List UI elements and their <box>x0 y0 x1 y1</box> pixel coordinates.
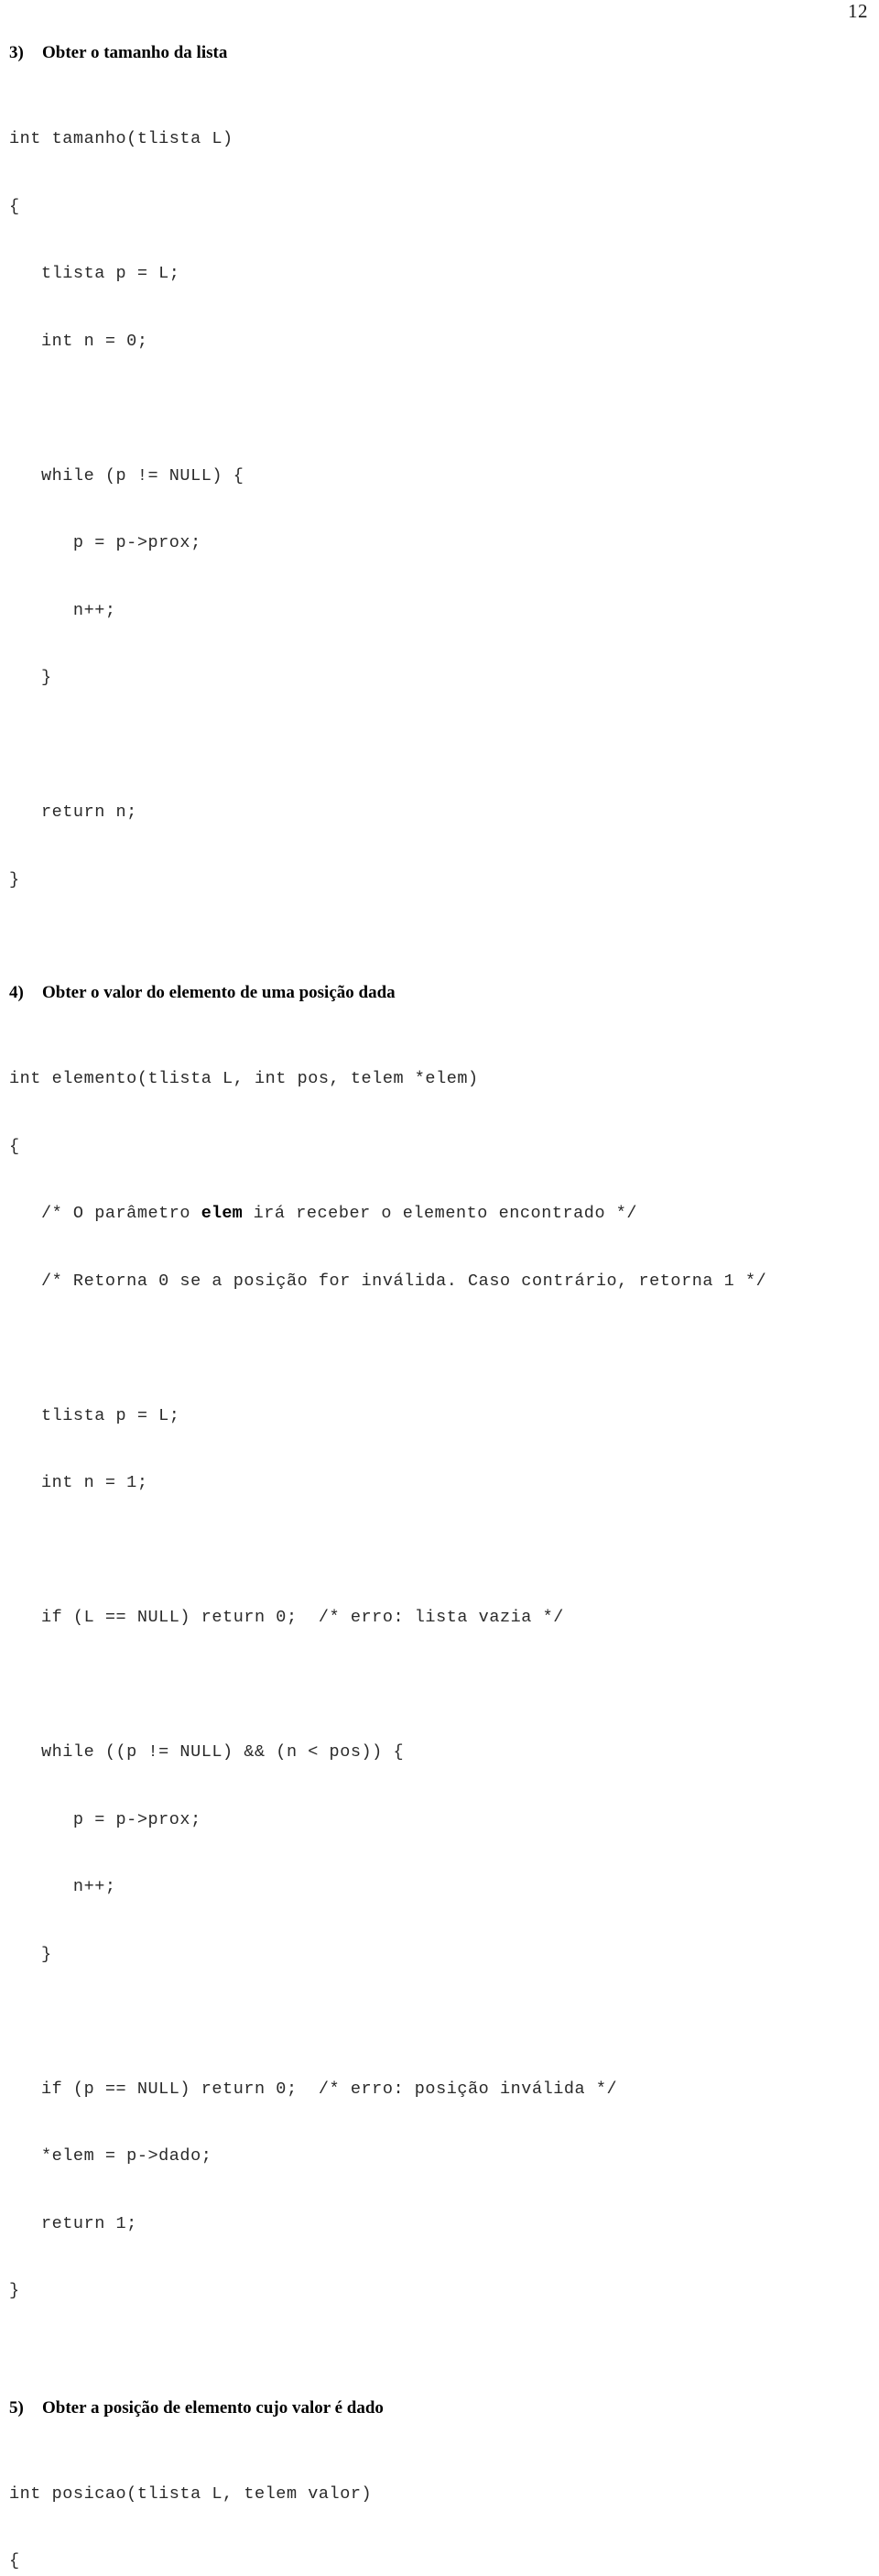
spacer <box>9 1004 861 1023</box>
code-line: n++; <box>9 600 861 623</box>
code-line: return 1; <box>9 2213 861 2236</box>
comment-pre: /* O parâmetro <box>9 1204 201 1223</box>
section-number-4: 4) <box>9 982 42 1004</box>
code-line: { <box>9 196 861 219</box>
code-line-comment-elem: /* O parâmetro elem irá receber o elemen… <box>9 1203 861 1226</box>
code-line-blank <box>9 1675 861 1697</box>
code-line: tlista p = L; <box>9 263 861 286</box>
code-line: int n = 0; <box>9 331 861 354</box>
section-title-4: Obter o valor do elemento de uma posição… <box>42 982 861 1004</box>
code-line: /* Retorna 0 se a posição for inválida. … <box>9 1271 861 1293</box>
section-heading-4: 4) Obter o valor do elemento de uma posi… <box>9 982 861 1004</box>
section-number-5: 5) <box>9 2397 42 2419</box>
code-line: return n; <box>9 802 861 824</box>
comment-post: irá receber o elemento encontrado */ <box>243 1204 637 1223</box>
section-number-3: 3) <box>9 42 42 64</box>
section-title-3: Obter o tamanho da lista <box>42 42 861 64</box>
document-page: 12 3) Obter o tamanho da lista int taman… <box>0 0 879 1288</box>
code-line: int posicao(tlista L, telem valor) <box>9 2483 861 2506</box>
code-line: int tamanho(tlista L) <box>9 128 861 151</box>
spacer <box>9 64 861 83</box>
code-block-posicao: int posicao(tlista L, telem valor) { /* … <box>9 2439 861 2576</box>
code-line: { <box>9 1136 861 1159</box>
code-line: } <box>9 2280 861 2303</box>
section-heading-3: 3) Obter o tamanho da lista <box>9 42 861 64</box>
code-line: p = p->prox; <box>9 1809 861 1832</box>
spacer <box>9 936 861 982</box>
code-line: { <box>9 2550 861 2573</box>
code-line-blank <box>9 735 861 758</box>
section-title-5: Obter a posição de elemento cujo valor é… <box>42 2397 861 2419</box>
code-line-blank <box>9 1540 861 1563</box>
code-line: } <box>9 1944 861 1967</box>
code-line: while ((p != NULL) && (n < pos)) { <box>9 1741 861 1764</box>
code-line: p = p->prox; <box>9 532 861 555</box>
page-number: 12 <box>848 2 868 21</box>
code-line: *elem = p->dado; <box>9 2145 861 2168</box>
code-line: n++; <box>9 1876 861 1899</box>
spacer <box>9 2419 861 2439</box>
section-heading-5: 5) Obter a posição de elemento cujo valo… <box>9 2397 861 2419</box>
comment-bold-elem: elem <box>201 1204 243 1223</box>
code-line: int elemento(tlista L, int pos, telem *e… <box>9 1068 861 1091</box>
code-line: tlista p = L; <box>9 1405 861 1428</box>
code-line-blank <box>9 1337 861 1360</box>
code-line: while (p != NULL) { <box>9 465 861 488</box>
code-line: if (p == NULL) return 0; /* erro: posiçã… <box>9 2079 861 2101</box>
code-block-tamanho: int tamanho(tlista L) { tlista p = L; in… <box>9 83 861 936</box>
page-content: 3) Obter o tamanho da lista int tamanho(… <box>9 42 861 2576</box>
code-line: int n = 1; <box>9 1472 861 1495</box>
spacer <box>9 2348 861 2397</box>
code-line: } <box>9 869 861 892</box>
code-line: if (L == NULL) return 0; /* erro: lista … <box>9 1607 861 1630</box>
code-line-blank <box>9 398 861 420</box>
code-line-blank <box>9 2011 861 2034</box>
code-block-elemento: int elemento(tlista L, int pos, telem *e… <box>9 1023 861 2348</box>
code-line: } <box>9 667 861 690</box>
